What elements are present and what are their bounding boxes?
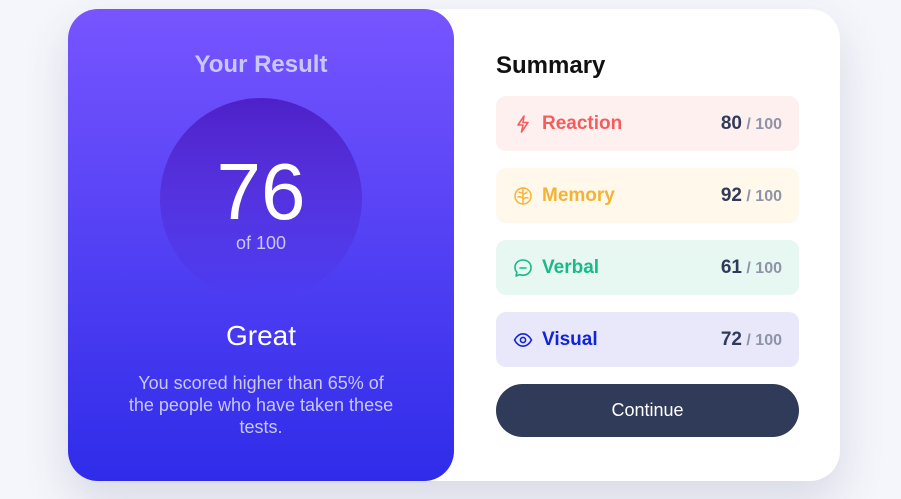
summary-label-verbal: Verbal (542, 256, 600, 278)
summary-panel: Summary Reaction 80 / 100 Memory 92 / 10… (454, 9, 840, 481)
summary-row-visual: Visual 72 / 100 (496, 312, 799, 367)
chat-bubble-icon (513, 258, 533, 278)
summary-score-verbal: 61 (720, 256, 742, 278)
summary-score-reaction: 80 (720, 112, 742, 134)
summary-list: Reaction 80 / 100 Memory 92 / 100 Verbal… (496, 96, 799, 367)
summary-max-visual: / 100 (741, 331, 782, 349)
summary-label-memory: Memory (542, 184, 615, 206)
continue-button[interactable]: Continue (496, 384, 799, 437)
results-card: Your Result 76 of 100 Great You scored h… (68, 9, 840, 481)
summary-max-verbal: / 100 (741, 259, 782, 277)
result-description: You scored higher than 65% of the people… (128, 373, 394, 437)
summary-label-reaction: Reaction (542, 112, 623, 134)
score-value: 76 (216, 147, 306, 236)
result-verdict: Great (225, 320, 297, 351)
eye-icon (513, 330, 533, 350)
summary-max-reaction: / 100 (741, 115, 782, 133)
score-circle: 76 of 100 (160, 98, 362, 300)
lightning-icon (513, 114, 533, 134)
summary-score-visual: 72 (720, 328, 742, 350)
score-of-label: of 100 (235, 233, 287, 253)
result-panel: Your Result 76 of 100 Great You scored h… (68, 9, 454, 481)
summary-row-verbal: Verbal 61 / 100 (496, 240, 799, 295)
summary-row-reaction: Reaction 80 / 100 (496, 96, 799, 151)
summary-max-memory: / 100 (741, 187, 782, 205)
summary-row-memory: Memory 92 / 100 (496, 168, 799, 223)
brain-icon (513, 186, 533, 206)
summary-score-memory: 92 (720, 184, 742, 206)
summary-title: Summary (496, 52, 606, 79)
result-title: Your Result (194, 51, 328, 78)
summary-label-visual: Visual (542, 328, 598, 350)
